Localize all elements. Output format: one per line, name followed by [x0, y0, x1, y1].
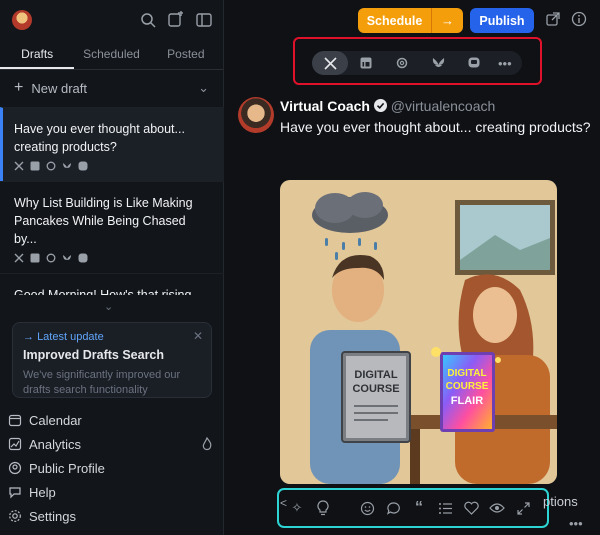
post-image[interactable]: DIGITAL COURSE DIGITAL COURSE FLAIR	[280, 180, 557, 484]
schedule-arrow-button[interactable]: →	[431, 8, 463, 33]
threads-icon	[46, 161, 56, 171]
linkedin-icon	[30, 253, 40, 263]
author-name: Virtual Coach	[280, 98, 370, 114]
emoji-icon[interactable]	[357, 498, 377, 518]
threads-icon	[46, 253, 56, 263]
new-note-icon[interactable]	[167, 11, 185, 29]
chevron-down-icon[interactable]: ⌄	[104, 300, 113, 313]
drafts-list: Have you ever thought about... creating …	[0, 107, 224, 295]
sidebar-nav: Calendar Analytics Public Profile Help S…	[8, 408, 218, 528]
mastodon-icon	[468, 57, 480, 68]
app-logo[interactable]	[12, 10, 32, 30]
svg-text:DIGITAL: DIGITAL	[447, 368, 486, 379]
list-item[interactable]: Why List Building is Like Making Pancake…	[0, 181, 224, 273]
publish-button[interactable]: Publish	[470, 8, 534, 33]
list-item[interactable]: Have you ever thought about... creating …	[0, 107, 224, 181]
quote-icon[interactable]: “	[409, 498, 429, 518]
latest-update-card[interactable]: → Latest update ✕ Improved Drafts Search…	[12, 322, 212, 398]
eye-icon[interactable]	[487, 498, 507, 518]
tab-scheduled[interactable]: Scheduled	[74, 40, 148, 69]
x-icon	[323, 56, 337, 70]
bluesky-icon	[62, 253, 72, 263]
help-icon	[8, 485, 22, 499]
update-heading: Improved Drafts Search	[23, 348, 165, 362]
platform-x-button[interactable]	[312, 51, 348, 75]
x-icon	[14, 161, 24, 171]
linkedin-icon	[30, 161, 40, 171]
platform-linkedin-button[interactable]	[348, 51, 384, 75]
tab-posted[interactable]: Posted	[149, 40, 223, 69]
more-horizontal-icon[interactable]: •••	[569, 516, 583, 531]
linkedin-icon	[360, 57, 372, 69]
sidebar-item-help[interactable]: Help	[8, 480, 218, 504]
book1-text: DIGITAL	[354, 369, 397, 381]
new-draft-label: New draft	[31, 80, 87, 96]
verified-badge-icon	[373, 99, 387, 112]
list-item[interactable]: Good Morning! How's that rising product …	[0, 273, 224, 295]
editor-toolbar: ✧ “	[287, 498, 533, 518]
comment-icon[interactable]	[383, 498, 403, 518]
info-icon[interactable]	[571, 11, 587, 27]
x-icon	[14, 253, 24, 263]
heart-icon[interactable]	[461, 498, 481, 518]
update-body: We've significantly improved our drafts …	[23, 369, 181, 396]
analytics-icon	[8, 437, 22, 451]
expand-icon[interactable]	[513, 498, 533, 518]
draft-platforms	[14, 161, 210, 171]
bluesky-icon	[62, 161, 72, 171]
close-icon[interactable]: ✕	[193, 329, 203, 343]
new-draft-button[interactable]: + New draft ⌄	[0, 70, 223, 106]
draft-tabs: Drafts Scheduled Posted	[0, 40, 223, 70]
mastodon-icon	[78, 161, 88, 171]
avatar	[238, 97, 274, 133]
sidebar-item-settings[interactable]: Settings	[8, 504, 218, 528]
draft-title: Good Morning! How's that rising product …	[14, 288, 192, 295]
platform-bluesky-button[interactable]	[420, 51, 456, 75]
author-handle: @virtualencoach	[390, 98, 496, 114]
sidebar: Drafts Scheduled Posted + New draft ⌄ Ha…	[0, 0, 224, 535]
post-author: Virtual Coach @virtualencoach	[280, 98, 495, 114]
profile-icon	[8, 461, 22, 475]
post-text[interactable]: Have you ever thought about... creating …	[280, 119, 591, 135]
threads-icon	[396, 57, 408, 69]
sidebar-header	[0, 0, 223, 40]
settings-icon	[8, 509, 22, 523]
sidebar-item-analytics[interactable]: Analytics	[8, 432, 218, 456]
more-horizontal-icon[interactable]: •••	[498, 56, 512, 71]
sidebar-toggle-icon[interactable]	[195, 11, 213, 29]
editor-main: Schedule → Publish ••• Virtual Coach @vi…	[225, 0, 600, 535]
list-icon[interactable]	[435, 498, 455, 518]
schedule-button[interactable]: Schedule	[358, 8, 431, 33]
draft-title: Have you ever thought about... creating …	[14, 122, 185, 154]
svg-text:FLAIR: FLAIR	[451, 395, 483, 407]
plus-icon: +	[14, 79, 24, 96]
svg-text:COURSE: COURSE	[352, 383, 399, 395]
lightbulb-icon[interactable]	[313, 498, 333, 518]
search-icon[interactable]	[139, 11, 157, 29]
arrow-right-icon: →	[441, 13, 454, 28]
tab-drafts[interactable]: Drafts	[0, 40, 75, 69]
external-link-icon[interactable]	[545, 11, 561, 27]
update-tag: → Latest update	[23, 331, 104, 343]
platform-threads-button[interactable]	[384, 51, 420, 75]
sidebar-item-public-profile[interactable]: Public Profile	[8, 456, 218, 480]
platform-mastodon-button[interactable]	[456, 51, 492, 75]
svg-text:COURSE: COURSE	[446, 381, 489, 392]
flame-icon	[200, 437, 214, 451]
toolbar-spacer	[339, 498, 351, 518]
draft-title: Why List Building is Like Making Pancake…	[14, 196, 193, 246]
draft-platforms	[14, 253, 210, 263]
sidebar-item-calendar[interactable]: Calendar	[8, 408, 218, 432]
platform-selector: •••	[312, 51, 522, 75]
sparkle-icon[interactable]: ✧	[287, 498, 307, 518]
mastodon-icon	[78, 253, 88, 263]
calendar-icon	[8, 413, 22, 427]
chevron-down-icon[interactable]: ⌄	[198, 80, 209, 96]
bluesky-icon	[432, 58, 444, 67]
captions-label[interactable]: ptions	[543, 494, 578, 509]
